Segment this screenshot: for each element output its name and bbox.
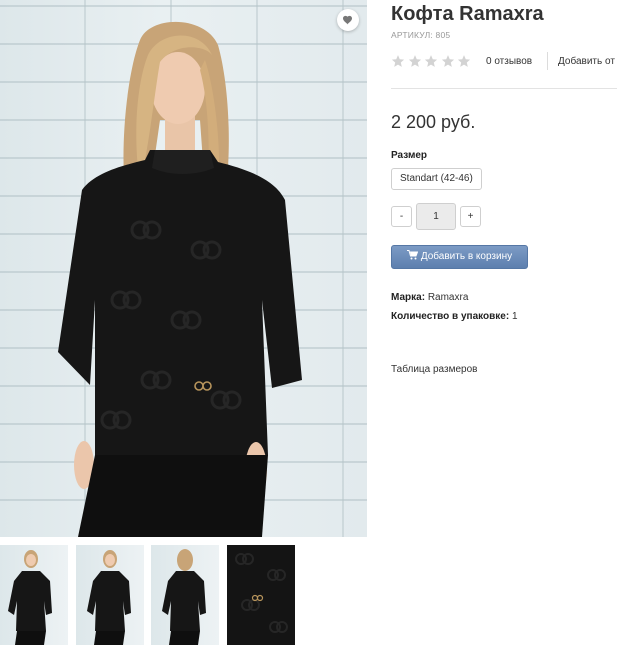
quantity-decrease-button[interactable]: - [391, 206, 412, 227]
brand-label: Марка: [391, 292, 426, 303]
pack-quantity-value: 1 [511, 311, 518, 322]
star-icon [391, 55, 405, 67]
product-title: Кофта Ramaxra [391, 3, 544, 25]
rating-stars[interactable] [391, 54, 474, 73]
favorite-button[interactable] [337, 9, 359, 31]
thumbnail-2[interactable] [76, 545, 144, 645]
rating-row: 0 отзывов Добавить от [391, 52, 617, 72]
add-to-cart-label: Добавить в корзину [420, 251, 513, 262]
quantity-input[interactable] [416, 203, 456, 230]
pack-quantity-label: Количество в упаковке: [391, 311, 510, 322]
main-product-image[interactable] [0, 0, 367, 537]
divider [547, 52, 548, 70]
cart-icon [406, 250, 419, 260]
divider [391, 88, 617, 89]
product-price: 2 200 руб. [391, 112, 476, 132]
reviews-link[interactable]: 0 отзывов [486, 56, 532, 67]
thumbnail-strip [0, 545, 300, 645]
brand-row: Марка: Ramaxra [391, 292, 468, 303]
add-to-cart-button[interactable]: Добавить в корзину [391, 245, 528, 269]
brand-value: Ramaxra [427, 292, 469, 303]
heart-icon [343, 15, 352, 25]
star-icon [408, 55, 421, 67]
pack-quantity-row: Количество в упаковке: 1 [391, 311, 518, 322]
add-review-link[interactable]: Добавить от [558, 56, 615, 67]
star-icon [424, 55, 438, 67]
thumbnail-4[interactable] [227, 545, 295, 645]
quantity-increase-button[interactable]: + [460, 206, 481, 227]
thumbnail-3[interactable] [151, 545, 219, 645]
model-figure [58, 21, 302, 537]
size-label: Размер [391, 150, 428, 161]
thumbnail-1[interactable] [0, 545, 68, 645]
star-icon [457, 55, 471, 67]
size-option-button[interactable]: Standart (42-46) [391, 168, 482, 190]
size-table-link[interactable]: Таблица размеров [391, 364, 477, 375]
product-sku: АРТИКУЛ: 805 [391, 30, 451, 40]
product-page: Кофта Ramaxra АРТИКУЛ: 805 0 отзывов Доб… [0, 0, 617, 651]
star-icon [441, 55, 454, 67]
